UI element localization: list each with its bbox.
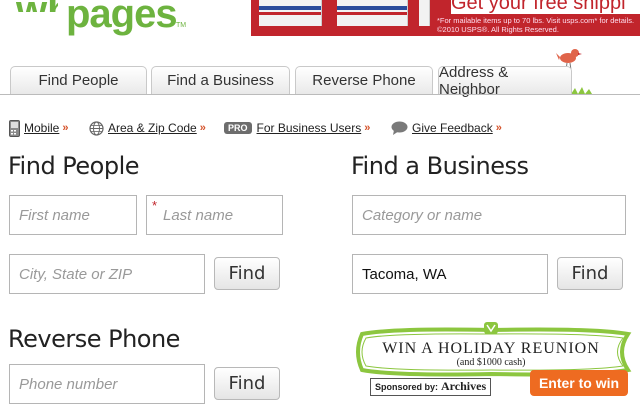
tabs-divider	[0, 94, 640, 95]
arrow-icon: »	[199, 122, 206, 134]
first-name-placeholder: First name	[19, 206, 90, 224]
find-business-button[interactable]: Find	[557, 257, 623, 290]
mobile-link[interactable]: Mobile	[24, 121, 59, 135]
sponsored-label: Sponsored by:	[375, 382, 439, 392]
find-people-title: Find People	[8, 152, 140, 180]
logo-fragment: wh	[16, 0, 58, 12]
arrow-icon: »	[495, 122, 502, 134]
sponsor-name: Archives	[441, 379, 487, 393]
enter-to-win-button[interactable]: Enter to win	[530, 370, 628, 396]
find-business-title: Find a Business	[351, 152, 529, 180]
ad-fine-line: ©2010 USPS®. All Rights Reserved.	[437, 25, 559, 34]
ad-package-image	[419, 0, 430, 26]
subnav-item-mobile: Mobile »	[9, 118, 68, 138]
arrow-icon: »	[364, 122, 371, 134]
subnav-item-business-users: PRO For Business Users »	[224, 118, 370, 138]
sponsor-tag: Sponsored by: Archives	[370, 378, 492, 396]
find-people-button[interactable]: Find	[214, 257, 280, 290]
area-zip-link[interactable]: Area & Zip Code	[108, 121, 197, 135]
ad-package-image	[259, 0, 322, 26]
business-users-link[interactable]: For Business Users	[257, 121, 362, 135]
promo-headline: WIN A HOLIDAY REUNION	[382, 340, 600, 357]
logo-wordmark: pages	[66, 0, 178, 36]
people-location-placeholder: City, State or ZIP	[19, 265, 133, 283]
tab-find-people[interactable]: Find People	[10, 66, 147, 94]
mobile-phone-icon	[9, 119, 20, 137]
give-feedback-link[interactable]: Give Feedback	[412, 121, 493, 135]
tab-reverse-phone[interactable]: Reverse Phone	[295, 66, 433, 94]
tab-find-business[interactable]: Find a Business	[151, 66, 290, 94]
logo-trademark: TM	[176, 22, 187, 29]
speech-bubble-icon	[391, 121, 408, 135]
site-logo[interactable]: wh pages TM	[4, 0, 204, 42]
arrow-icon: »	[62, 122, 69, 134]
promo-subline: (and $1000 cash)	[456, 357, 526, 368]
ad-slogan: Get your free shippi	[451, 0, 640, 14]
reverse-phone-button[interactable]: Find	[214, 367, 280, 400]
tab-address-neighbor[interactable]: Address & Neighbor	[438, 64, 572, 98]
subnav-item-feedback: Give Feedback »	[391, 118, 502, 138]
people-location-field[interactable]: City, State or ZIP	[9, 254, 205, 294]
phone-number-placeholder: Phone number	[19, 375, 118, 393]
business-location-field[interactable]: Tacoma, WA	[352, 254, 548, 294]
last-name-field[interactable]: * Last name	[146, 195, 283, 235]
business-category-placeholder: Category or name	[362, 206, 483, 224]
ad-fine-line: *For mailable items up to 70 lbs. Visit …	[437, 16, 635, 25]
business-category-field[interactable]: Category or name	[352, 195, 626, 235]
required-mark: *	[152, 198, 158, 213]
sub-navigation: Mobile » Area & Zip Code » PRO For Busin…	[0, 118, 640, 138]
reverse-phone-title: Reverse Phone	[8, 325, 180, 353]
ad-fine-print: *For mailable items up to 70 lbs. Visit …	[437, 16, 634, 34]
subnav-item-area-zip: Area & Zip Code »	[89, 118, 206, 138]
last-name-placeholder: Last name	[163, 206, 234, 224]
globe-icon	[89, 120, 104, 136]
phone-number-field[interactable]: Phone number	[9, 364, 205, 404]
business-location-value: Tacoma, WA	[362, 265, 447, 283]
pro-badge: PRO	[224, 122, 252, 134]
ad-package-image	[337, 0, 408, 26]
usps-ad-banner[interactable]: Get your free shippi *For mailable items…	[251, 0, 640, 36]
first-name-field[interactable]: First name	[9, 195, 137, 235]
